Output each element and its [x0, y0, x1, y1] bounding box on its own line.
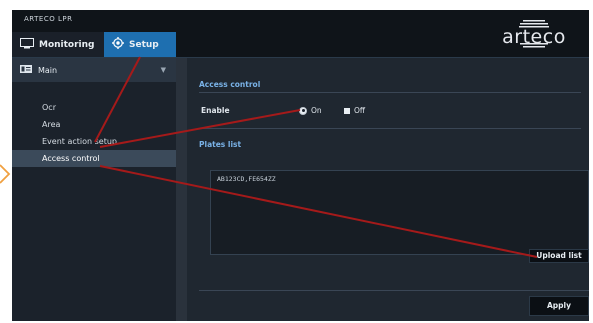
app-title: ARTECO LPR: [24, 15, 73, 23]
access-control-title: Access control: [199, 80, 261, 89]
section-divider: [199, 92, 581, 93]
sidebar-scrollbar[interactable]: [176, 58, 187, 321]
section-divider: [199, 128, 581, 129]
sidebar: Main ▼ Ocr Area Event action setup Acces…: [12, 58, 176, 321]
apply-button[interactable]: Apply: [529, 296, 589, 316]
arteco-logo: arteco: [489, 20, 579, 50]
sidebar-item-label: Event action setup: [42, 137, 118, 146]
app-window: ARTECO LPR Monitoring Setup arteco Main …: [12, 10, 589, 321]
enable-on-radio[interactable]: On: [299, 106, 322, 115]
radio-unselected-icon: [344, 107, 350, 114]
monitor-icon: [20, 37, 34, 52]
sidebar-header-main[interactable]: Main ▼: [12, 58, 176, 82]
enable-off-radio[interactable]: Off: [344, 106, 365, 115]
sidebar-item-access-control[interactable]: Access control: [12, 150, 176, 167]
orange-arrow-icon: [0, 164, 11, 184]
upload-list-button[interactable]: Upload list: [529, 249, 589, 263]
sidebar-item-event-action-setup[interactable]: Event action setup: [12, 133, 176, 150]
plates-list-textarea[interactable]: AB123CD,FE654ZZ: [210, 170, 589, 255]
id-card-icon: [20, 65, 32, 75]
enable-label: Enable: [201, 106, 230, 115]
logo-text: arteco: [502, 26, 566, 48]
sidebar-item-area[interactable]: Area: [12, 116, 176, 133]
sidebar-item-label: Ocr: [42, 103, 56, 112]
plates-list-title: Plates list: [199, 140, 242, 149]
chevron-down-icon: ▼: [160, 66, 166, 74]
gear-icon: [112, 37, 124, 52]
tab-setup[interactable]: Setup: [104, 32, 176, 57]
sidebar-item-ocr[interactable]: Ocr: [12, 99, 176, 116]
tab-monitoring[interactable]: Monitoring: [12, 32, 104, 57]
bottom-divider: [199, 290, 589, 291]
top-bar: ARTECO LPR Monitoring Setup arteco: [12, 10, 589, 58]
on-label: On: [311, 106, 322, 115]
off-label: Off: [354, 106, 366, 115]
sidebar-item-label: Area: [42, 120, 61, 129]
sidebar-header-label: Main: [38, 65, 58, 75]
tab-setup-label: Setup: [129, 39, 159, 50]
radio-selected-icon: [299, 106, 307, 115]
sidebar-item-label: Access control: [42, 154, 100, 163]
tab-monitoring-label: Monitoring: [39, 39, 95, 50]
